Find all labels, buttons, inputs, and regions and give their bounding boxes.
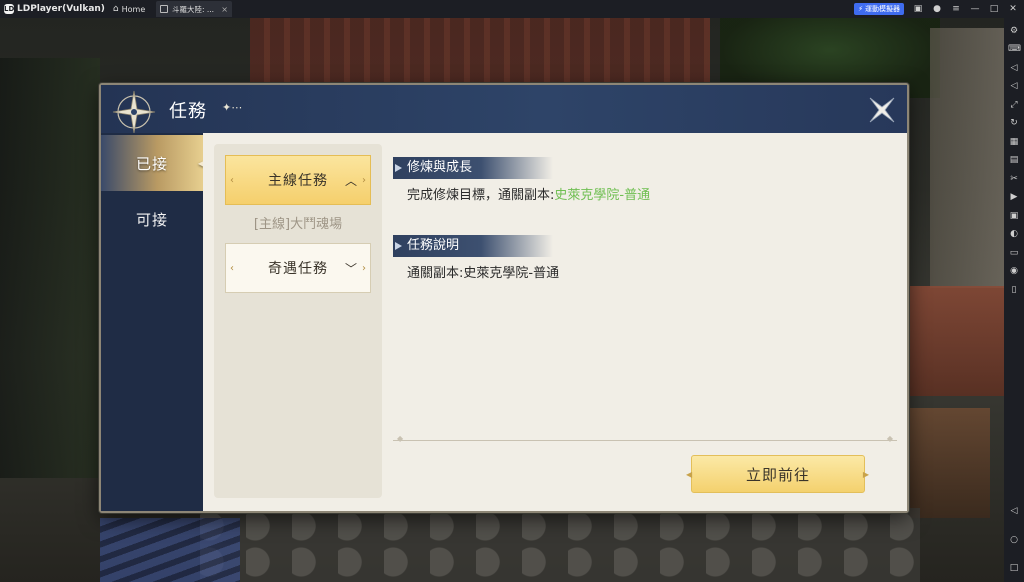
- scene-stair: [100, 518, 240, 582]
- scene-paving: [200, 508, 920, 582]
- sync-badge-label: 運動模擬器: [865, 5, 900, 13]
- tab-accepted[interactable]: 已接: [101, 135, 205, 191]
- dialog-close-icon[interactable]: [867, 95, 897, 125]
- section-description-heading: 任務說明: [393, 235, 553, 257]
- volume-up-icon[interactable]: ◁: [1008, 62, 1020, 74]
- rotate-icon[interactable]: ↻: [1008, 117, 1020, 129]
- go-now-label: 立即前往: [745, 465, 810, 484]
- settings-icon[interactable]: ⚙: [1008, 25, 1020, 37]
- home-label: Home: [121, 4, 146, 14]
- folder-icon[interactable]: ▭: [1008, 247, 1020, 259]
- lightning-icon: ⚡: [858, 5, 863, 13]
- quest-detail: 修煉與成長 完成修煉目標，通關副本:史萊克學院-普通 任務說明 通關副本:史萊克…: [393, 133, 907, 511]
- quest-dialog: 任務 ✦⋯ 已接 可接 主線任務 ︿ [主線]大鬥魂場 奇遇任務 ﹀ 修煉與成長: [99, 83, 909, 513]
- back-icon[interactable]: ◁: [1008, 505, 1020, 517]
- sync-icon[interactable]: ◐: [1008, 228, 1020, 240]
- shake-icon[interactable]: ▯: [1008, 284, 1020, 296]
- emulator-titlebar: LD LDPlayer(Vulkan) ⌂ Home 斗羅大陸: ... × ⚡…: [0, 0, 1024, 18]
- quest-list: 主線任務 ︿ [主線]大鬥魂場 奇遇任務 ﹀: [214, 144, 382, 498]
- home-tab[interactable]: ⌂ Home: [113, 4, 145, 14]
- chevron-down-icon: ﹀: [344, 261, 358, 276]
- encounter-quest-label: 奇遇任務: [268, 261, 328, 277]
- home-icon: ⌂: [112, 4, 119, 14]
- tab-close-icon[interactable]: ×: [221, 5, 228, 14]
- tab-available-label: 可接: [135, 210, 168, 229]
- keyboard-icon[interactable]: ⌨: [1008, 43, 1021, 55]
- dialog-title: 任務: [169, 101, 207, 122]
- scene-bench: [905, 286, 1004, 396]
- gamepad-icon[interactable]: ▣: [913, 2, 923, 16]
- title-decoration: ✦⋯: [222, 101, 243, 114]
- scene-crate: [910, 408, 990, 518]
- emulator-sidebar: ⚙ ⌨ ◁ ◁ ⤢ ↻ ▦ ▤ ✂ ▶ ▣ ◐ ▭ ◉ ▯ ◁ ○ □: [1004, 18, 1024, 582]
- game-tab[interactable]: 斗羅大陸: ... ×: [156, 1, 232, 17]
- main-quest-category[interactable]: 主線任務 ︿: [225, 155, 371, 205]
- tab-accepted-label: 已接: [135, 154, 168, 173]
- menu-icon[interactable]: ≡: [951, 2, 961, 16]
- scissors-icon[interactable]: ✂: [1008, 173, 1020, 185]
- quest-entry-arena[interactable]: [主線]大鬥魂場: [225, 214, 371, 236]
- fullscreen-icon[interactable]: ⤢: [1008, 99, 1020, 111]
- section-growth-heading: 修煉與成長: [393, 157, 553, 179]
- growth-text-prefix: 完成修煉目標，通關副本:: [407, 188, 555, 203]
- titlebar-controls: ⚡ 運動模擬器 ▣ ● ≡ — □ ✕: [854, 2, 1018, 16]
- app-logo: LD LDPlayer(Vulkan): [0, 4, 105, 14]
- scene-wall: [0, 58, 100, 478]
- minimize-icon[interactable]: —: [970, 2, 980, 16]
- game-tab-title: 斗羅大陸: ...: [172, 4, 215, 14]
- scene-pillar: [930, 28, 1004, 288]
- chevron-up-icon: ︿: [344, 173, 358, 188]
- dialog-header: 任務 ✦⋯: [101, 85, 907, 134]
- volume-down-icon[interactable]: ◁: [1008, 80, 1020, 92]
- apk-icon[interactable]: ▣: [1008, 210, 1020, 222]
- main-quest-label: 主線任務: [268, 173, 328, 189]
- ldplayer-logo-icon: LD: [4, 4, 15, 14]
- encounter-quest-category[interactable]: 奇遇任務 ﹀: [225, 243, 371, 293]
- quest-content: 主線任務 ︿ [主線]大鬥魂場 奇遇任務 ﹀ 修煉與成長 完成修煉目標，通關副本…: [203, 133, 907, 511]
- scene-roof: [250, 18, 710, 88]
- record-icon[interactable]: ▤: [1008, 154, 1020, 166]
- app-title: LDPlayer(Vulkan): [17, 4, 105, 14]
- close-window-icon[interactable]: ✕: [1008, 2, 1018, 16]
- game-tab-icon: [160, 5, 168, 13]
- growth-text-highlight: 史萊克學院-普通: [554, 188, 651, 203]
- screenshot-icon[interactable]: ▦: [1008, 136, 1020, 148]
- section-growth-text: 完成修煉目標，通關副本:史萊克學院-普通: [407, 184, 650, 203]
- location-icon[interactable]: ◉: [1008, 265, 1020, 277]
- nav-buttons: ◁ ○ □: [1008, 499, 1020, 575]
- section-description-text: 通關副本:史萊克學院-普通: [407, 266, 560, 281]
- tab-available[interactable]: 可接: [101, 191, 203, 247]
- sync-badge[interactable]: ⚡ 運動模擬器: [854, 3, 904, 15]
- maximize-icon[interactable]: □: [989, 2, 999, 16]
- account-icon[interactable]: ●: [932, 2, 942, 16]
- quest-tabs: 已接 可接: [101, 133, 205, 511]
- compass-star-icon: [112, 90, 156, 134]
- detail-divider: [393, 434, 897, 443]
- video-icon[interactable]: ▶: [1008, 191, 1020, 203]
- home-nav-icon[interactable]: ○: [1008, 534, 1020, 546]
- go-now-button[interactable]: 立即前往: [686, 455, 870, 493]
- recent-apps-icon[interactable]: □: [1008, 562, 1020, 574]
